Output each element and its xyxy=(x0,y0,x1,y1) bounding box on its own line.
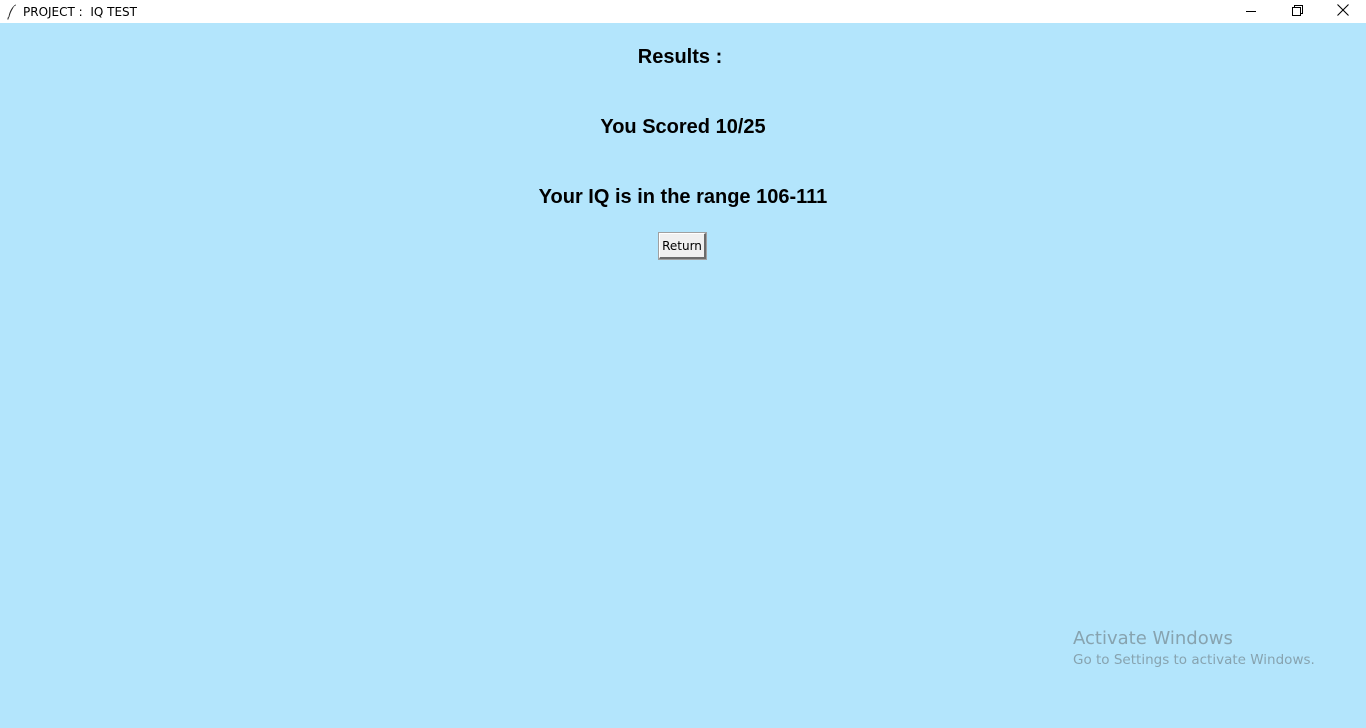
app-window: PROJECT : IQ TEST Results: You Scored 1… xyxy=(0,0,1366,728)
watermark-title: Activate Windows xyxy=(1073,628,1233,649)
window-controls xyxy=(1228,0,1366,23)
results-panel: Results : You Scored 10/25 Your IQ is in… xyxy=(0,23,1366,728)
minimize-button[interactable] xyxy=(1228,0,1274,23)
feather-icon xyxy=(5,4,19,20)
results-heading: Results : xyxy=(637,46,723,68)
window-title: PROJECT : IQ TEST xyxy=(23,4,137,19)
watermark-subtitle: Go to Settings to activate Windows. xyxy=(1073,652,1315,668)
activate-windows-watermark: Activate Windows Go to Settings to activ… xyxy=(1073,628,1315,669)
restore-icon xyxy=(1291,3,1303,21)
close-icon xyxy=(1337,3,1349,21)
score-text: You Scored 10/25 xyxy=(600,116,766,138)
restore-button[interactable] xyxy=(1274,0,1320,23)
minimize-icon xyxy=(1246,3,1256,21)
return-button[interactable]: Return xyxy=(658,232,707,260)
title-bar[interactable]: PROJECT : IQ TEST xyxy=(0,0,1366,23)
close-button[interactable] xyxy=(1320,0,1366,23)
iq-range-text: Your IQ is in the range 106-111 xyxy=(538,186,828,208)
